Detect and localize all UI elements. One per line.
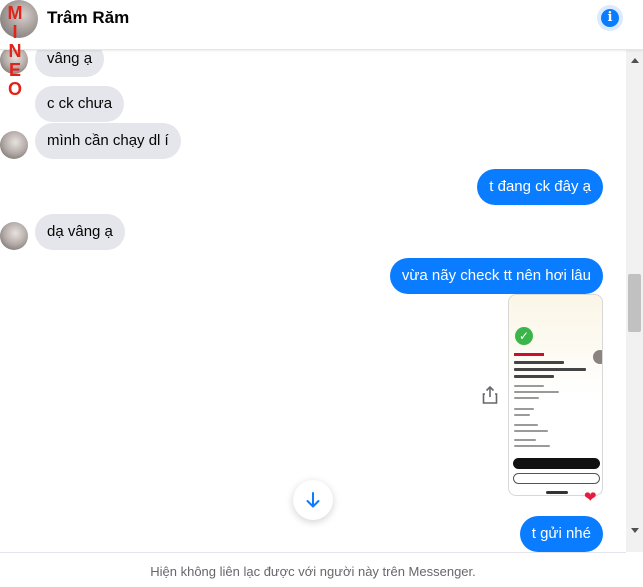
- scrollbar-thumb[interactable]: [628, 274, 641, 332]
- receipt-line: [514, 439, 536, 441]
- info-icon: i: [601, 9, 619, 27]
- message-incoming[interactable]: c ck chưa: [35, 86, 125, 122]
- message-incoming[interactable]: dạ vâng ạ: [35, 214, 125, 250]
- receipt-primary-button: [513, 458, 600, 469]
- receipt-line: [514, 391, 559, 393]
- message-outgoing[interactable]: t đang ck đây ạ: [477, 169, 603, 205]
- receipt-line: [514, 445, 550, 447]
- receipt-line: [514, 408, 534, 410]
- sender-avatar[interactable]: [0, 222, 28, 250]
- receipt-line: [514, 385, 544, 387]
- scroll-up-arrow-icon[interactable]: [631, 58, 639, 63]
- receipt-line: [514, 424, 538, 426]
- receipt-line: [514, 375, 554, 378]
- scrollbar[interactable]: [626, 50, 643, 552]
- unavailable-notice: Hiện không liên lạc được với người này t…: [0, 552, 626, 587]
- receipt-line: [514, 397, 539, 399]
- receipt-line: [514, 368, 586, 371]
- scroll-to-bottom-button[interactable]: [293, 480, 333, 520]
- scroll-down-arrow-icon[interactable]: [631, 528, 639, 533]
- contact-name[interactable]: Trâm Răm: [47, 8, 129, 28]
- receipt-line: [514, 361, 564, 364]
- bank-logo: [514, 353, 544, 356]
- arrow-down-icon: [306, 492, 320, 508]
- message-outgoing[interactable]: t gửi nhé: [519, 516, 603, 552]
- info-button[interactable]: i: [597, 5, 623, 31]
- sender-avatar[interactable]: [0, 131, 28, 159]
- message-incoming[interactable]: mình cần chạy dl í: [35, 123, 181, 159]
- check-icon: ✓: [515, 327, 533, 345]
- home-indicator: [546, 491, 568, 494]
- recipient-avatar: [593, 350, 602, 364]
- share-icon[interactable]: [480, 385, 500, 405]
- receipt-line: [514, 414, 530, 416]
- receipt-secondary-button: [513, 473, 600, 484]
- message-outgoing[interactable]: vừa nãy check tt nên hơi lâu: [389, 258, 603, 294]
- receipt-line: [514, 430, 548, 432]
- transfer-receipt-image[interactable]: ✓: [508, 294, 603, 496]
- chat-header: Trâm Răm i: [0, 0, 643, 50]
- watermark-logo: MINEO: [7, 3, 23, 99]
- heart-reaction-icon[interactable]: ❤: [584, 490, 597, 505]
